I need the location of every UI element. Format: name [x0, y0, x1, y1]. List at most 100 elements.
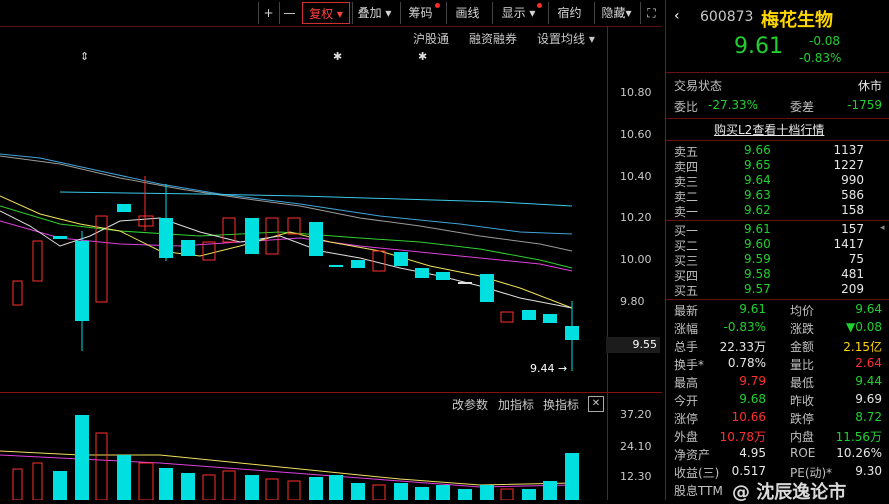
bid-name: 买五 — [674, 284, 699, 298]
price-axis-line — [607, 26, 608, 500]
volume-bar — [351, 483, 365, 500]
fuquan-label: 复权 — [309, 7, 334, 21]
volume-bar — [394, 483, 408, 500]
volume-bar — [75, 415, 89, 500]
overlay-dropdown[interactable]: 叠加 ▾ — [352, 2, 396, 24]
overlay-label: 叠加 — [357, 6, 382, 20]
weicha-value: -1759 — [847, 98, 882, 112]
stat-label: 股息TTM — [674, 484, 723, 498]
display-badge — [537, 3, 542, 8]
candle — [372, 250, 386, 272]
stat-value: 10.66 — [731, 410, 766, 424]
candle — [53, 236, 67, 239]
current-price-tag: 9.55 — [606, 337, 660, 353]
stat-value: 10.78万 — [719, 430, 766, 444]
event-marker-icon: ✱ — [418, 50, 427, 63]
chips-button[interactable]: 筹码 — [400, 2, 440, 24]
ask-price: 9.65 — [744, 158, 771, 172]
margin-trading-link[interactable]: 融资融券 — [469, 30, 517, 47]
quote-panel: ‹ 600873 梅花生物 9.61 -0.08 -0.83% 交易状态 休市 … — [666, 0, 889, 500]
stat-label: 跌停 — [790, 412, 815, 426]
stat-label: 均价 — [790, 304, 815, 318]
ask-row: 卖二 9.63 586 — [674, 188, 874, 204]
stat-row: 总手 22.33万 金额 2.15亿 — [674, 338, 882, 354]
stat-value: 0.517 — [731, 464, 766, 478]
ask-name: 卖一 — [674, 205, 699, 219]
volume-bar — [287, 480, 301, 500]
stat-value: 2.64 — [855, 356, 882, 370]
stat-row: 换手* 0.78% 量比 2.64 — [674, 356, 882, 372]
volume-bar — [32, 462, 43, 500]
zoom-out-button[interactable]: — — [279, 2, 299, 24]
contract-button[interactable]: 宿约 — [548, 2, 590, 24]
candle — [436, 272, 450, 280]
stat-value: 9.30 — [855, 464, 882, 478]
stat-value: 4.95 — [739, 446, 766, 460]
stat-value: 9.79 — [739, 374, 766, 388]
candle — [12, 280, 23, 306]
price-tick: 10.40 — [620, 170, 652, 183]
zoom-in-button[interactable]: + — [258, 2, 278, 24]
bid-row: 买一 9.61 157 — [674, 222, 874, 238]
weicha-label: 委差 — [790, 100, 815, 114]
bid-row: 买四 9.58 481 — [674, 267, 874, 283]
stat-label: 量比 — [790, 358, 815, 372]
volume-chart — [0, 415, 579, 500]
volume-bar — [500, 488, 514, 500]
volume-bar — [309, 477, 323, 500]
stat-value: 0.78% — [727, 356, 766, 370]
volume-bar — [436, 485, 450, 500]
stock-name: 梅花生物 — [761, 10, 833, 31]
ask-qty: 158 — [841, 203, 864, 217]
stat-label: 内盘 — [790, 430, 815, 444]
price-tick: 10.60 — [620, 128, 652, 141]
stat-label: 总手 — [674, 340, 699, 354]
ma-settings-link[interactable]: 设置均线 ▾ — [537, 30, 595, 47]
bid-price: 9.61 — [744, 222, 771, 236]
candle — [394, 252, 408, 266]
fuquan-dropdown[interactable]: 复权 ▾ — [302, 2, 350, 24]
candle — [500, 311, 514, 323]
ask-row: 卖四 9.65 1227 — [674, 158, 874, 174]
hugutong-link[interactable]: 沪股通 — [413, 30, 449, 47]
volume-bar — [181, 473, 195, 500]
low-price-marker: 9.44 → — [530, 362, 568, 375]
ask-price: 9.64 — [744, 173, 771, 187]
stat-label: 涨幅 — [674, 322, 699, 336]
ask-qty: 1137 — [833, 143, 864, 157]
price-change-pct: -0.83% — [799, 51, 842, 65]
stat-value: 22.33万 — [719, 340, 766, 354]
candle — [32, 240, 43, 282]
back-chevron-icon[interactable]: ‹ — [674, 8, 680, 24]
fullscreen-icon[interactable]: ⛶ — [640, 2, 662, 24]
volume-bar — [565, 453, 579, 500]
hide-button[interactable]: 隐藏▾ — [594, 2, 638, 24]
buy-l2-link[interactable]: 购买L2查看十档行情 — [714, 121, 824, 138]
bid-row: 买五 9.57 209 — [674, 282, 874, 298]
candle — [117, 204, 131, 212]
draw-line-button[interactable]: 画线 — [446, 2, 488, 24]
chips-badge — [435, 3, 440, 8]
candle — [480, 274, 494, 302]
stock-code: 600873 — [700, 9, 754, 25]
hide-label: 隐藏 — [601, 6, 626, 20]
volume-bar — [95, 432, 108, 500]
candle — [245, 218, 259, 254]
candlestick-chart[interactable]: ⇕ ✱ ✱ — [0, 46, 606, 391]
stat-row: 外盘 10.78万 内盘 11.56万 — [674, 428, 882, 444]
bid-qty: 481 — [841, 267, 864, 281]
stat-label: 昨收 — [790, 394, 815, 408]
volume-bar — [117, 455, 131, 500]
divider — [666, 72, 889, 73]
ma-line-long — [0, 153, 573, 235]
price-tick: 10.00 — [620, 253, 652, 266]
stat-value: 9.68 — [739, 392, 766, 406]
stat-label: 金额 — [790, 340, 815, 354]
stat-row: 最高 9.79 最低 9.44 — [674, 374, 882, 390]
volume-bar — [245, 475, 259, 500]
ask-qty: 586 — [841, 188, 864, 202]
stat-label: 最高 — [674, 376, 699, 390]
bid-qty: 209 — [841, 282, 864, 296]
scroll-arrow-icon[interactable]: ◂ — [880, 223, 885, 233]
volume-bar — [543, 481, 557, 500]
